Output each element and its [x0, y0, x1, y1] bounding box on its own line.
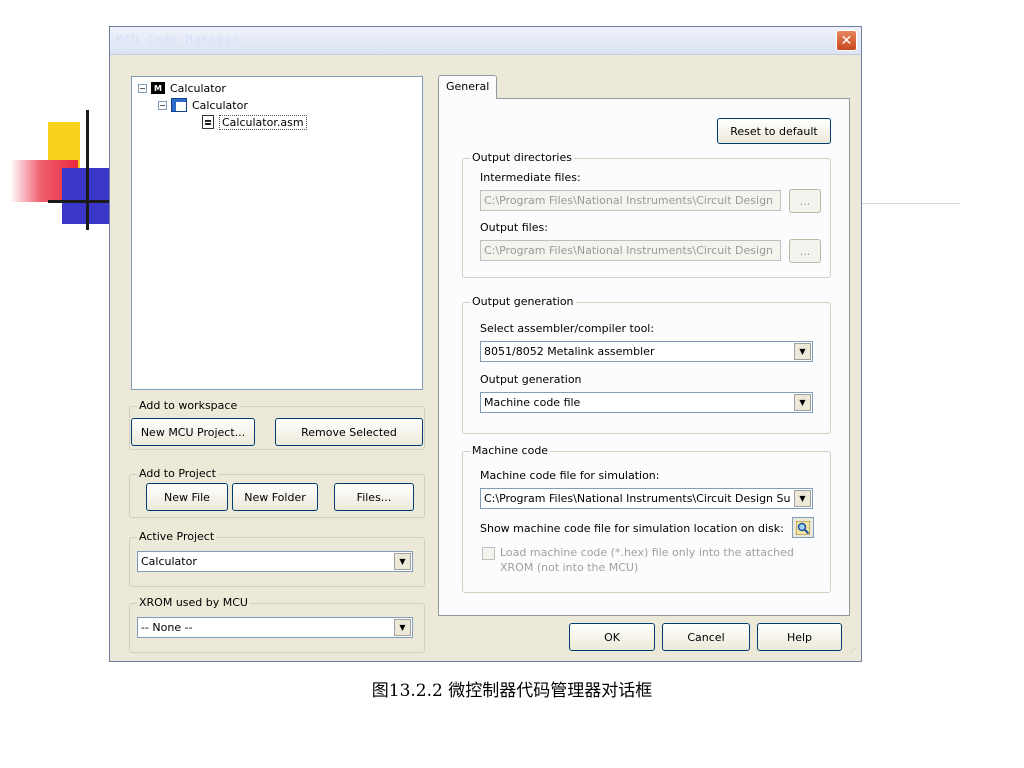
tool-label: Select assembler/compiler tool:	[480, 322, 655, 335]
output-browse-button: ...	[789, 239, 821, 263]
decor-vertical-line	[86, 110, 89, 230]
chevron-down-icon[interactable]: ▼	[794, 490, 811, 507]
select-value: -- None --	[141, 621, 193, 634]
collapse-icon[interactable]: −	[138, 83, 147, 93]
output-generation-select[interactable]: Machine code file ▼	[480, 392, 813, 413]
group-label: Machine code	[470, 444, 551, 457]
group-label: Output directories	[470, 151, 574, 164]
close-icon: ✕	[840, 32, 853, 49]
simulation-file-select[interactable]: C:\Program Files\National Instruments\Ci…	[480, 488, 813, 509]
chevron-down-icon[interactable]: ▼	[394, 553, 411, 570]
xrom-select[interactable]: -- None -- ▼	[137, 617, 413, 638]
select-value: Machine code file	[484, 396, 581, 409]
decor-rule	[860, 203, 960, 204]
group-label: Add to workspace	[137, 399, 240, 412]
cancel-button[interactable]: Cancel	[662, 623, 750, 651]
load-xrom-label-line1: Load machine code (*.hex) file only into…	[500, 546, 794, 559]
reset-to-default-button[interactable]: Reset to default	[717, 118, 831, 144]
window-title: MCU Code Manager	[116, 33, 240, 47]
new-folder-button[interactable]: New Folder	[232, 483, 318, 511]
button-label: Cancel	[687, 630, 725, 644]
mcu-code-manager-dialog: MCU Code Manager ✕ − M Calculator − Calc…	[109, 26, 862, 662]
field-value: C:\Program Files\National Instruments\Ci…	[484, 244, 777, 257]
group-label: XROM used by MCU	[137, 596, 250, 609]
button-label: New MCU Project...	[140, 425, 246, 439]
button-label: OK	[604, 630, 620, 644]
new-file-button[interactable]: New File	[146, 483, 228, 511]
tree-item-project[interactable]: − Calculator	[158, 97, 248, 113]
title-bar[interactable]: MCU Code Manager ✕	[110, 27, 861, 55]
button-label: New Folder	[244, 490, 306, 504]
tab-general[interactable]: General	[438, 75, 498, 99]
figure-caption: 图13.2.2 微控制器代码管理器对话框	[371, 681, 653, 701]
chevron-down-icon[interactable]: ▼	[794, 343, 811, 360]
file-icon	[202, 115, 214, 129]
intermediate-files-label: Intermediate files:	[480, 171, 581, 184]
select-value: C:\Program Files\National Instruments\Ci…	[484, 492, 790, 505]
button-label: ...	[799, 194, 811, 208]
intermediate-browse-button: ...	[789, 189, 821, 213]
select-value: Calculator	[141, 555, 197, 568]
group-label: Add to Project	[137, 467, 218, 480]
group-label: Output generation	[470, 295, 576, 308]
show-location-button[interactable]	[792, 517, 814, 538]
general-tab-panel: Reset to default Output directories Inte…	[438, 98, 850, 616]
magnifier-icon	[796, 520, 810, 535]
tree-item-label: Calculator	[170, 81, 226, 95]
chevron-down-icon[interactable]: ▼	[794, 394, 811, 411]
chip-icon: M	[151, 82, 165, 94]
tree-item-workspace[interactable]: − M Calculator	[138, 80, 226, 96]
show-location-label: Show machine code file for simulation lo…	[480, 522, 784, 535]
resize-grip-icon[interactable]: ⋰	[849, 648, 859, 659]
button-label: ...	[799, 244, 811, 258]
compiler-tool-select[interactable]: 8051/8052 Metalink assembler ▼	[480, 341, 813, 362]
output-files-field: C:\Program Files\National Instruments\Ci…	[480, 240, 781, 261]
button-label: Reset to default	[730, 124, 818, 138]
output-files-label: Output files:	[480, 221, 548, 234]
files-button[interactable]: Files...	[334, 483, 414, 511]
select-value: 8051/8052 Metalink assembler	[484, 345, 655, 358]
button-label: Help	[786, 630, 813, 644]
collapse-icon[interactable]: −	[158, 100, 167, 110]
load-xrom-label-line2: XROM (not into the MCU)	[500, 561, 639, 574]
chevron-down-icon[interactable]: ▼	[394, 619, 411, 636]
active-project-select[interactable]: Calculator ▼	[137, 551, 413, 572]
button-label: New File	[164, 490, 210, 504]
group-label: Active Project	[137, 530, 217, 543]
button-label: Files...	[356, 490, 392, 504]
output-generation-label: Output generation	[480, 373, 582, 386]
intermediate-files-field: C:\Program Files\National Instruments\Ci…	[480, 190, 781, 211]
new-mcu-project-button[interactable]: New MCU Project...	[131, 418, 255, 446]
load-xrom-checkbox	[482, 547, 495, 560]
close-button[interactable]: ✕	[836, 30, 857, 51]
help-button[interactable]: Help	[757, 623, 842, 651]
simulation-file-label: Machine code file for simulation:	[480, 469, 660, 482]
tab-label: General	[446, 80, 490, 93]
tree-item-label: Calculator.asm	[219, 114, 307, 130]
tree-item-file[interactable]: Calculator.asm	[202, 114, 307, 130]
project-icon	[171, 98, 187, 112]
ok-button[interactable]: OK	[569, 623, 655, 651]
remove-selected-button[interactable]: Remove Selected	[275, 418, 423, 446]
tree-item-label: Calculator	[192, 98, 248, 112]
decor-horizontal-line	[48, 200, 110, 203]
project-tree[interactable]: − M Calculator − Calculator Calculator.a…	[131, 76, 423, 390]
field-value: C:\Program Files\National Instruments\Ci…	[484, 194, 777, 207]
button-label: Remove Selected	[301, 425, 397, 439]
